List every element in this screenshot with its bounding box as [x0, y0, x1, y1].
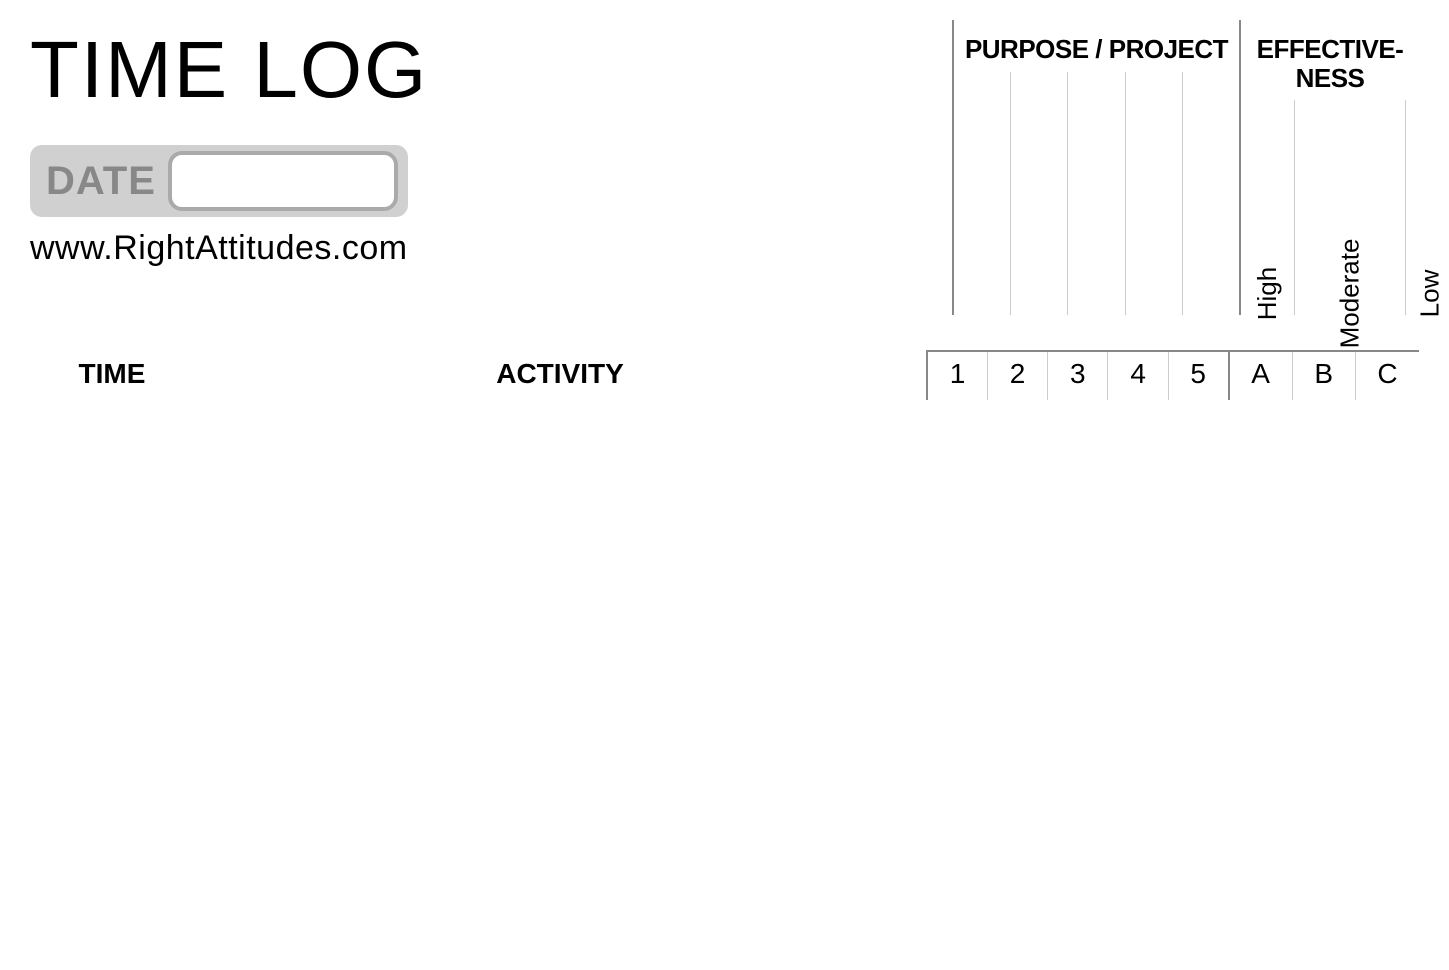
- purpose-col-blank-1: [954, 72, 1010, 315]
- col-header-activity: ACTIVITY: [194, 351, 927, 400]
- purpose-header: PURPOSE / PROJECT: [954, 20, 1239, 72]
- col-header-purpose-1: 1: [927, 351, 987, 400]
- date-label: DATE: [46, 159, 156, 204]
- top-column-headers: PURPOSE / PROJECT EFFECTIVE- NESS High M…: [952, 20, 1419, 315]
- date-input[interactable]: [168, 151, 398, 211]
- col-header-purpose-2: 2: [987, 351, 1047, 400]
- purpose-col-blank-3: [1067, 72, 1124, 315]
- time-log-table: TIME ACTIVITY 1 2 3 4 5 A B C: [30, 350, 1419, 400]
- effect-label-low: Low: [1405, 100, 1449, 315]
- col-header-effect-b: B: [1292, 351, 1355, 400]
- purpose-col-blank-5: [1182, 72, 1239, 315]
- date-box: DATE: [30, 145, 408, 217]
- col-header-purpose-5: 5: [1168, 351, 1228, 400]
- col-header-effect-a: A: [1229, 351, 1292, 400]
- col-header-time: TIME: [30, 351, 194, 400]
- purpose-col-blank-2: [1010, 72, 1067, 315]
- effectiveness-header: EFFECTIVE- NESS: [1241, 20, 1419, 100]
- effect-label-high: High: [1241, 100, 1294, 315]
- col-header-purpose-3: 3: [1048, 351, 1108, 400]
- purpose-col-blank-4: [1125, 72, 1182, 315]
- col-header-effect-c: C: [1356, 351, 1420, 400]
- col-header-purpose-4: 4: [1108, 351, 1168, 400]
- effect-label-moderate: Moderate: [1294, 100, 1405, 315]
